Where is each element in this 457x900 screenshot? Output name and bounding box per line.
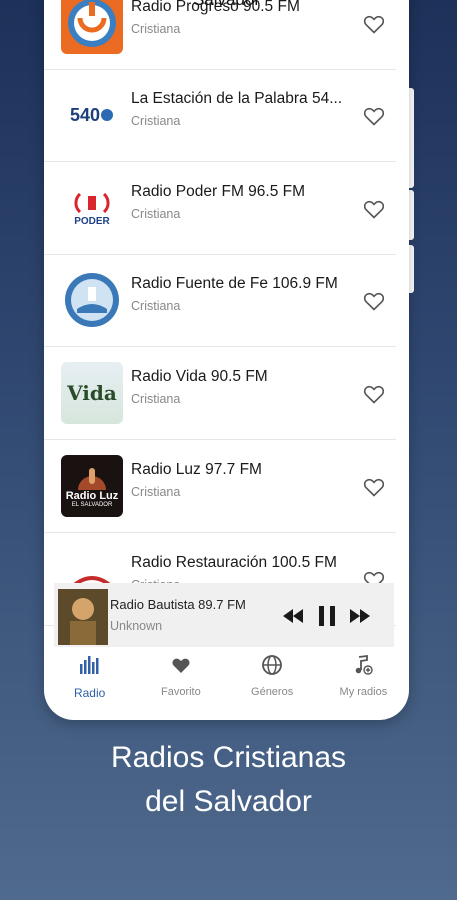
station-genre: Cristiana bbox=[131, 114, 181, 128]
tab-radio[interactable]: Radio bbox=[44, 650, 135, 710]
station-row[interactable]: Radio Progreso 90.5 FM Cristiana bbox=[44, 0, 396, 70]
side-tab bbox=[409, 88, 414, 188]
heart-icon[interactable] bbox=[362, 104, 386, 128]
station-genre: Cristiana bbox=[131, 22, 181, 36]
heart-icon[interactable] bbox=[362, 289, 386, 313]
station-logo bbox=[61, 269, 123, 331]
tab-label: My radios bbox=[339, 686, 388, 698]
heart-icon bbox=[172, 658, 190, 673]
tab-label: Géneros bbox=[251, 686, 294, 698]
tab-favorito[interactable]: Favorito bbox=[135, 650, 226, 710]
station-logo: Vida bbox=[61, 362, 123, 424]
broadcast-icon bbox=[74, 192, 110, 213]
heart-icon[interactable] bbox=[362, 475, 386, 499]
music-note-plus-icon bbox=[356, 654, 374, 675]
station-row[interactable]: Vida Radio Vida 90.5 FM Cristiana bbox=[44, 348, 396, 440]
side-tab bbox=[409, 190, 414, 240]
station-name: Radio Luz 97.7 FM bbox=[131, 461, 262, 478]
station-genre: Cristiana bbox=[131, 299, 181, 313]
heart-icon[interactable] bbox=[362, 12, 386, 36]
station-row[interactable]: Radio Luz EL SALVADOR Radio Luz 97.7 FM … bbox=[44, 441, 396, 533]
station-artwork bbox=[58, 589, 108, 645]
microphone-icon bbox=[78, 468, 106, 490]
equalizer-icon bbox=[79, 656, 99, 674]
tab-label: Radio bbox=[73, 686, 106, 700]
logo-text: Vida bbox=[67, 381, 117, 405]
tab-generos[interactable]: Géneros bbox=[227, 650, 318, 710]
caption-line: del Salvador bbox=[145, 785, 312, 818]
mini-player[interactable]: Radio Bautista 89.7 FM Unknown bbox=[54, 583, 394, 647]
tab-my-radios[interactable]: My radios bbox=[318, 650, 409, 710]
player-title: Radio Bautista 89.7 FM bbox=[110, 597, 246, 612]
heart-icon[interactable] bbox=[362, 382, 386, 406]
station-row[interactable]: 540 La Estación de la Palabra 54... Cris… bbox=[44, 70, 396, 162]
station-name: La Estación de la Palabra 54... bbox=[131, 90, 343, 107]
globe-icon bbox=[101, 109, 114, 121]
station-logo: 540 bbox=[61, 84, 123, 146]
phone-screen: Salvador Radio Progreso 90.5 FM Cristian… bbox=[44, 0, 409, 720]
station-logo: Radio Luz EL SALVADOR bbox=[61, 455, 123, 517]
station-genre: Cristiana bbox=[131, 485, 181, 499]
rewind-icon[interactable] bbox=[280, 603, 306, 629]
station-logo bbox=[61, 0, 123, 54]
station-row[interactable]: PODER Radio Poder FM 96.5 FM Cristiana bbox=[44, 163, 396, 255]
logo-text: EL SALVADOR bbox=[71, 502, 113, 508]
globe-icon bbox=[262, 655, 283, 675]
station-name: Radio Restauración 100.5 FM bbox=[131, 554, 337, 571]
station-name: Radio Progreso 90.5 FM bbox=[131, 0, 300, 15]
bottom-navigation: Radio Favorito Géneros My radios bbox=[44, 650, 409, 710]
heart-icon[interactable] bbox=[362, 197, 386, 221]
station-genre: Cristiana bbox=[131, 392, 181, 406]
logo-text: Radio Luz bbox=[65, 490, 119, 502]
station-name: Radio Vida 90.5 FM bbox=[131, 368, 268, 385]
station-genre: Cristiana bbox=[131, 207, 181, 221]
pause-icon[interactable] bbox=[314, 603, 340, 629]
side-tab bbox=[409, 245, 414, 293]
station-row[interactable]: Radio Fuente de Fe 106.9 FM Cristiana bbox=[44, 255, 396, 347]
station-name: Radio Poder FM 96.5 FM bbox=[131, 183, 306, 200]
tab-label: Favorito bbox=[161, 686, 201, 698]
fast-forward-icon[interactable] bbox=[347, 603, 373, 629]
caption-line: Radios Cristianas bbox=[110, 741, 347, 774]
station-logo: PODER bbox=[61, 177, 123, 239]
logo-text: PODER bbox=[74, 215, 110, 227]
promo-caption: Radios Cristianas del Salvador bbox=[0, 736, 457, 824]
station-name: Radio Fuente de Fe 106.9 FM bbox=[131, 275, 338, 292]
logo-text: 540 bbox=[69, 104, 101, 125]
player-subtitle: Unknown bbox=[110, 619, 163, 633]
